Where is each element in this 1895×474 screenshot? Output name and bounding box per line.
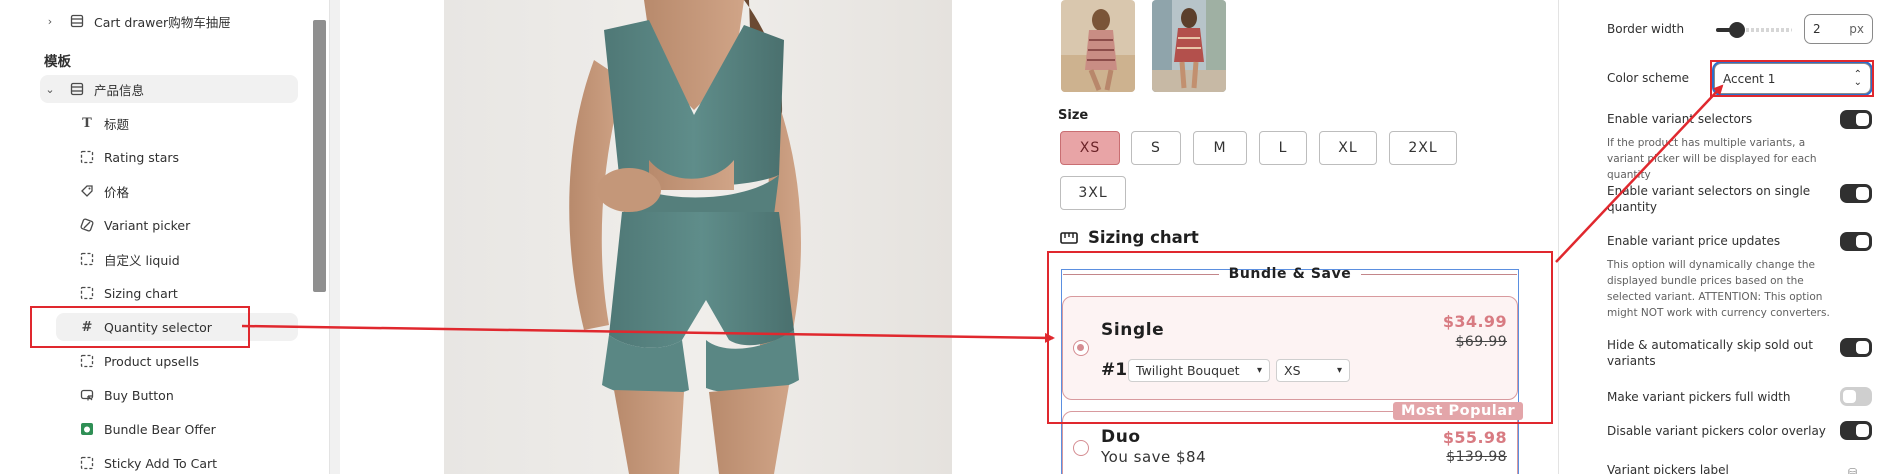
block-price[interactable]: 价格 — [78, 177, 129, 205]
block-title[interactable]: T 标题 — [78, 109, 129, 137]
offer-savings: You save $84 — [1101, 448, 1207, 466]
offer-name: Duo — [1101, 427, 1141, 447]
enable-variant-selectors-label: Enable variant selectors — [1607, 112, 1753, 126]
chevron-down-icon[interactable]: ⌄ — [44, 83, 56, 96]
app-block-icon — [78, 354, 96, 368]
block-label: 标题 — [104, 116, 130, 132]
offer-compare-price: $139.98 — [1446, 449, 1507, 465]
border-width-slider-thumb[interactable] — [1729, 22, 1745, 38]
hide-sold-out-label: Hide & automatically skip sold out varia… — [1607, 338, 1813, 368]
block-label: Product upsells — [104, 353, 199, 369]
size-button-l[interactable]: L — [1259, 131, 1307, 165]
block-label: Bundle Bear Offer — [104, 421, 216, 437]
section-icon — [68, 82, 86, 96]
block-product-upsells[interactable]: Product upsells — [78, 347, 199, 375]
sidebar-item-cart-drawer[interactable]: › Cart drawer购物车抽屉 — [44, 7, 231, 35]
block-label: Rating stars — [104, 149, 179, 165]
size-option-label: Size — [1058, 108, 1089, 123]
product-thumbnail[interactable] — [1061, 0, 1135, 92]
border-width-input[interactable]: 2 px — [1804, 14, 1873, 44]
block-label: Buy Button — [104, 387, 174, 403]
sidebar-section-heading: 模板 — [44, 54, 71, 70]
enable-variant-selectors-toggle[interactable] — [1840, 110, 1872, 129]
full-width-toggle[interactable] — [1840, 387, 1872, 406]
enable-single-quantity-toggle[interactable] — [1840, 184, 1872, 203]
annotation-box-bundle-offer — [1047, 251, 1553, 424]
ruler-icon — [1060, 231, 1078, 245]
app-block-icon — [78, 286, 96, 300]
border-width-unit: px — [1849, 22, 1864, 36]
chevron-right-icon[interactable]: › — [44, 15, 56, 28]
product-photo-illustration — [569, 0, 801, 474]
enable-single-quantity-label: Enable variant selectors on single quant… — [1607, 184, 1811, 214]
hide-sold-out-toggle[interactable] — [1840, 338, 1872, 357]
size-button-s[interactable]: S — [1131, 131, 1181, 165]
block-sizing-chart[interactable]: Sizing chart — [78, 279, 178, 307]
enable-price-updates-label: Enable variant price updates — [1607, 234, 1781, 248]
size-button-xl[interactable]: XL — [1319, 131, 1377, 165]
annotation-box-color-scheme — [1710, 60, 1874, 97]
product-thumbnail[interactable] — [1152, 0, 1226, 92]
offer-price: $55.98 — [1442, 428, 1507, 447]
block-label: Sticky Add To Cart — [104, 455, 218, 471]
price-tag-icon — [78, 184, 96, 198]
enable-price-updates-help: This option will dynamically change the … — [1607, 259, 1830, 319]
theme-editor-sidebar: › Cart drawer购物车抽屉 模板 ⌄ 产品信息 T 标题 Rating… — [0, 0, 330, 474]
block-rating-stars[interactable]: Rating stars — [78, 143, 179, 171]
sidebar-item-label: Cart drawer购物车抽屉 — [94, 14, 231, 30]
enable-price-updates-toggle[interactable] — [1840, 232, 1872, 251]
variant-pickers-label-label: Variant pickers label — [1607, 463, 1729, 474]
block-custom-liquid[interactable]: 自定义 liquid — [78, 245, 180, 273]
app-block-icon — [78, 150, 96, 164]
product-main-image[interactable] — [444, 0, 952, 474]
color-scheme-label: Color scheme — [1607, 71, 1690, 85]
disable-color-overlay-toggle[interactable] — [1840, 421, 1872, 440]
app-block-icon — [78, 456, 96, 470]
size-button-m[interactable]: M — [1193, 131, 1247, 165]
disable-color-overlay-label: Disable variant pickers color overlay — [1607, 424, 1826, 438]
block-buy-button[interactable]: Buy Button — [78, 381, 174, 409]
size-button-xs[interactable]: XS — [1060, 131, 1120, 165]
block-sticky-add-to-cart[interactable]: Sticky Add To Cart — [78, 449, 217, 474]
database-icon: ⛁ — [1848, 466, 1858, 474]
radio-duo[interactable] — [1073, 440, 1089, 456]
sidebar-item-product-info[interactable]: ⌄ 产品信息 — [40, 75, 298, 103]
block-label: 自定义 liquid — [104, 252, 180, 268]
sidebar-item-label: 产品信息 — [94, 82, 145, 98]
block-label: 价格 — [104, 184, 130, 200]
button-icon — [78, 388, 96, 402]
thumbnail-image — [1061, 0, 1135, 92]
block-label: Variant picker — [104, 217, 191, 233]
border-width-value: 2 — [1813, 22, 1821, 36]
section-icon — [68, 14, 86, 28]
border-width-label: Border width — [1607, 22, 1685, 36]
variant-icon — [78, 218, 96, 232]
full-width-label: Make variant pickers full width — [1607, 390, 1791, 404]
block-variant-picker[interactable]: Variant picker — [78, 211, 190, 239]
annotation-box-quantity-selector — [30, 306, 250, 348]
bundle-bear-app-icon — [78, 422, 96, 436]
enable-variant-selectors-help: If the product has multiple variants, a … — [1607, 137, 1817, 181]
text-icon: T — [82, 115, 92, 131]
sizing-chart-link[interactable]: Sizing chart — [1060, 228, 1199, 247]
sizing-chart-label: Sizing chart — [1088, 228, 1199, 247]
thumbnail-image — [1152, 0, 1226, 92]
sidebar-scrollbar[interactable] — [313, 20, 326, 292]
size-button-2xl[interactable]: 2XL — [1389, 131, 1457, 165]
block-label: Sizing chart — [104, 285, 178, 301]
block-bundle-bear-offer[interactable]: Bundle Bear Offer — [78, 415, 216, 443]
size-button-3xl[interactable]: 3XL — [1060, 176, 1126, 210]
app-block-icon — [78, 252, 96, 266]
